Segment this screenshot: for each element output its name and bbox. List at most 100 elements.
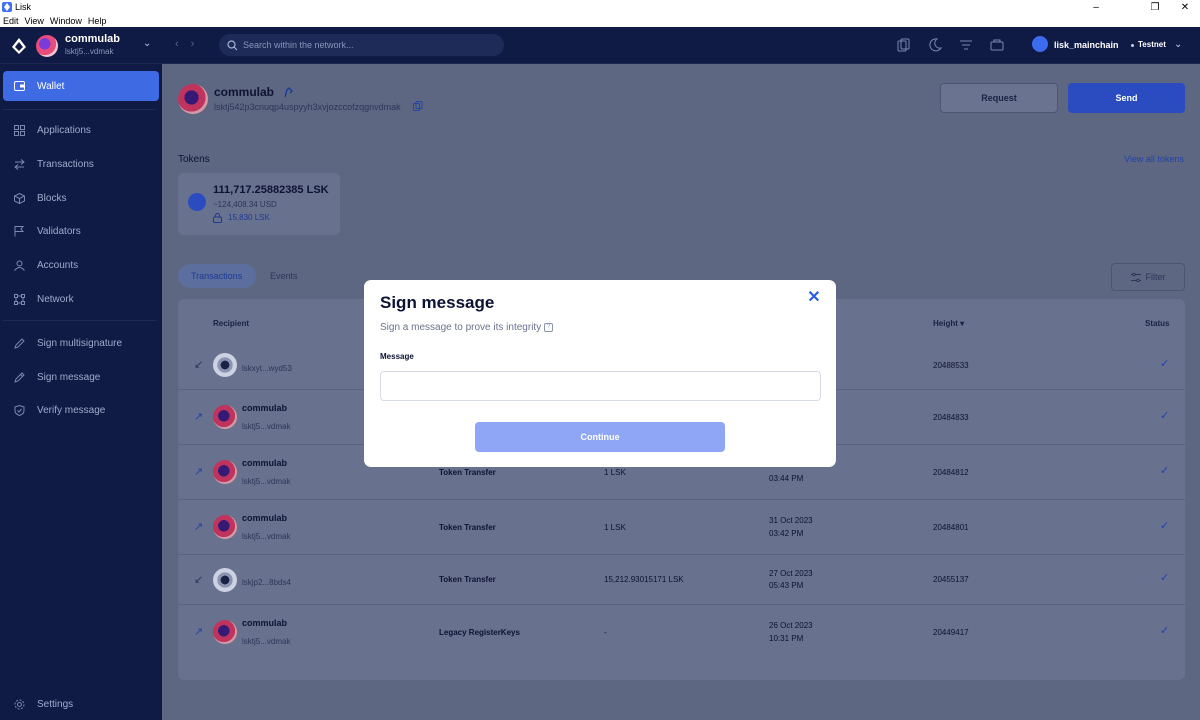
filter-icon xyxy=(1130,272,1141,282)
sidebar-item-settings[interactable]: Settings xyxy=(3,689,159,719)
sidebar-item-applications[interactable]: Applications xyxy=(3,115,159,145)
help-icon[interactable]: ? xyxy=(544,323,554,332)
sidebar-item-transactions[interactable]: Transactions xyxy=(3,149,159,179)
header-status: Status xyxy=(1145,319,1170,328)
block-height[interactable]: 20484812 xyxy=(933,468,969,477)
block-height[interactable]: 20484801 xyxy=(933,523,969,532)
menu-window[interactable]: Window xyxy=(47,16,85,26)
bookmark-icon[interactable] xyxy=(990,38,1004,52)
chain-icon xyxy=(1032,36,1048,52)
close-window-button[interactable]: ✕ xyxy=(1170,0,1200,14)
dialog-subtitle: Sign a message to prove its integrity ? xyxy=(380,322,554,333)
recipient-address[interactable]: lsktj5...vdmak xyxy=(242,422,290,431)
copy-icon[interactable] xyxy=(897,38,911,52)
close-icon[interactable]: ✕ xyxy=(806,290,822,306)
search-bar[interactable] xyxy=(219,34,504,56)
block-height[interactable]: 20488533 xyxy=(933,361,969,370)
top-header: commulab lsktj5...vdmak ⌄ ‹ › xyxy=(0,27,1200,64)
continue-button[interactable]: Continue xyxy=(475,422,725,452)
recipient-name[interactable]: commulab xyxy=(242,513,287,523)
moon-icon[interactable] xyxy=(928,38,942,52)
message-input[interactable] xyxy=(380,371,821,401)
maximize-button[interactable]: ❐ xyxy=(1140,0,1170,14)
token-usd-value: ~124,408.34 USD xyxy=(213,200,277,209)
recipient-address[interactable]: lskjp2...8bds4 xyxy=(242,578,291,587)
filter-button[interactable]: Filter xyxy=(1111,263,1185,291)
sidebar-item-sign-message[interactable]: Sign message xyxy=(3,362,159,392)
sidebar-item-validators[interactable]: Validators xyxy=(3,216,159,246)
transaction-amount: 15,212.93015171 LSK xyxy=(604,575,684,584)
copy-address-icon[interactable] xyxy=(413,101,423,111)
status-check-icon: ✓ xyxy=(1160,465,1170,477)
recipient-avatar xyxy=(213,568,237,592)
recipient-name[interactable]: commulab xyxy=(242,618,287,628)
transaction-amount: - xyxy=(604,628,607,637)
dialog-title: Sign message xyxy=(380,293,495,312)
hand-wave-icon xyxy=(284,87,293,98)
forward-arrow-icon[interactable]: › xyxy=(191,38,195,50)
sidebar-item-sign-multisignature[interactable]: Sign multisignature xyxy=(3,328,159,358)
sidebar-item-wallet[interactable]: Wallet xyxy=(3,71,159,101)
sidebar-item-verify-message[interactable]: Verify message xyxy=(3,395,159,425)
recipient-avatar xyxy=(213,620,237,644)
sidebar: Wallet Applications Transactions Blocks … xyxy=(0,64,162,720)
header-height[interactable]: Height ▾ xyxy=(933,319,964,328)
outgoing-arrow-icon: ↗ xyxy=(194,466,204,478)
transaction-date: 31 Oct 2023 xyxy=(769,516,813,525)
gear-icon xyxy=(13,698,25,710)
account-switcher[interactable]: commulab lsktj5...vdmak ⌄ xyxy=(0,27,162,64)
menu-view[interactable]: View xyxy=(22,16,47,26)
tokens-heading: Tokens xyxy=(178,154,210,165)
block-height[interactable]: 20484833 xyxy=(933,413,969,422)
recipient-address[interactable]: lsktj5...vdmak xyxy=(242,477,290,486)
tab-transactions[interactable]: Transactions xyxy=(191,271,242,281)
transaction-amount: 1 LSK xyxy=(604,523,626,532)
recipient-address[interactable]: lsktj5...vdmak xyxy=(242,532,290,541)
locked-balance: 15,830 LSK xyxy=(228,213,270,222)
wallet-icon xyxy=(13,80,25,92)
recipient-avatar xyxy=(213,405,237,429)
filter-list-icon[interactable] xyxy=(959,38,973,52)
request-button[interactable]: Request xyxy=(940,83,1058,113)
chevron-down-icon: ⌄ xyxy=(143,38,152,49)
block-height[interactable]: 20455137 xyxy=(933,575,969,584)
outgoing-arrow-icon: ↗ xyxy=(194,626,204,638)
block-height[interactable]: 20449417 xyxy=(933,628,969,637)
recipient-address[interactable]: lskxyt...wyd53 xyxy=(242,364,292,373)
network-name[interactable]: Testnet xyxy=(1138,40,1166,49)
incoming-arrow-icon: ↙ xyxy=(194,574,204,586)
recipient-address[interactable]: lsktj5...vdmak xyxy=(242,637,290,646)
sign-message-dialog: Sign message ✕ Sign a message to prove i… xyxy=(364,280,836,467)
sidebar-item-label: Verify message xyxy=(37,404,106,416)
status-check-icon: ✓ xyxy=(1160,572,1170,584)
account-avatar xyxy=(36,35,58,57)
transaction-time: 03:44 PM xyxy=(769,474,804,483)
back-arrow-icon[interactable]: ‹ xyxy=(175,38,179,50)
tab-events[interactable]: Events xyxy=(270,271,298,281)
filter-label: Filter xyxy=(1145,272,1166,282)
transaction-amount: 1 LSK xyxy=(604,468,626,477)
recipient-name[interactable]: commulab xyxy=(242,403,287,413)
search-input[interactable] xyxy=(243,40,493,50)
sidebar-item-accounts[interactable]: Accounts xyxy=(3,250,159,280)
sidebar-item-label: Transactions xyxy=(37,158,94,170)
window-titlebar: Lisk – ❐ ✕ xyxy=(0,0,1200,14)
user-icon xyxy=(13,259,25,271)
network-chevron-icon[interactable]: ⌄ xyxy=(1174,39,1182,50)
view-all-tokens-link[interactable]: View all tokens xyxy=(1124,154,1184,164)
sidebar-item-blocks[interactable]: Blocks xyxy=(3,183,159,213)
sidebar-item-network[interactable]: Network xyxy=(3,284,159,314)
menu-help[interactable]: Help xyxy=(85,16,110,26)
search-icon xyxy=(227,39,238,50)
recipient-name[interactable]: commulab xyxy=(242,458,287,468)
sidebar-item-label: Sign message xyxy=(37,371,101,383)
lisk-app-icon xyxy=(2,2,12,12)
chain-name[interactable]: lisk_mainchain xyxy=(1054,40,1119,50)
send-button[interactable]: Send xyxy=(1068,83,1185,113)
swap-icon xyxy=(13,158,25,170)
header-recipient: Recipient xyxy=(213,319,250,328)
edit-icon xyxy=(13,371,25,383)
minimize-button[interactable]: – xyxy=(1081,0,1111,14)
account-name: commulab xyxy=(65,33,121,45)
menu-edit[interactable]: Edit xyxy=(0,16,22,26)
